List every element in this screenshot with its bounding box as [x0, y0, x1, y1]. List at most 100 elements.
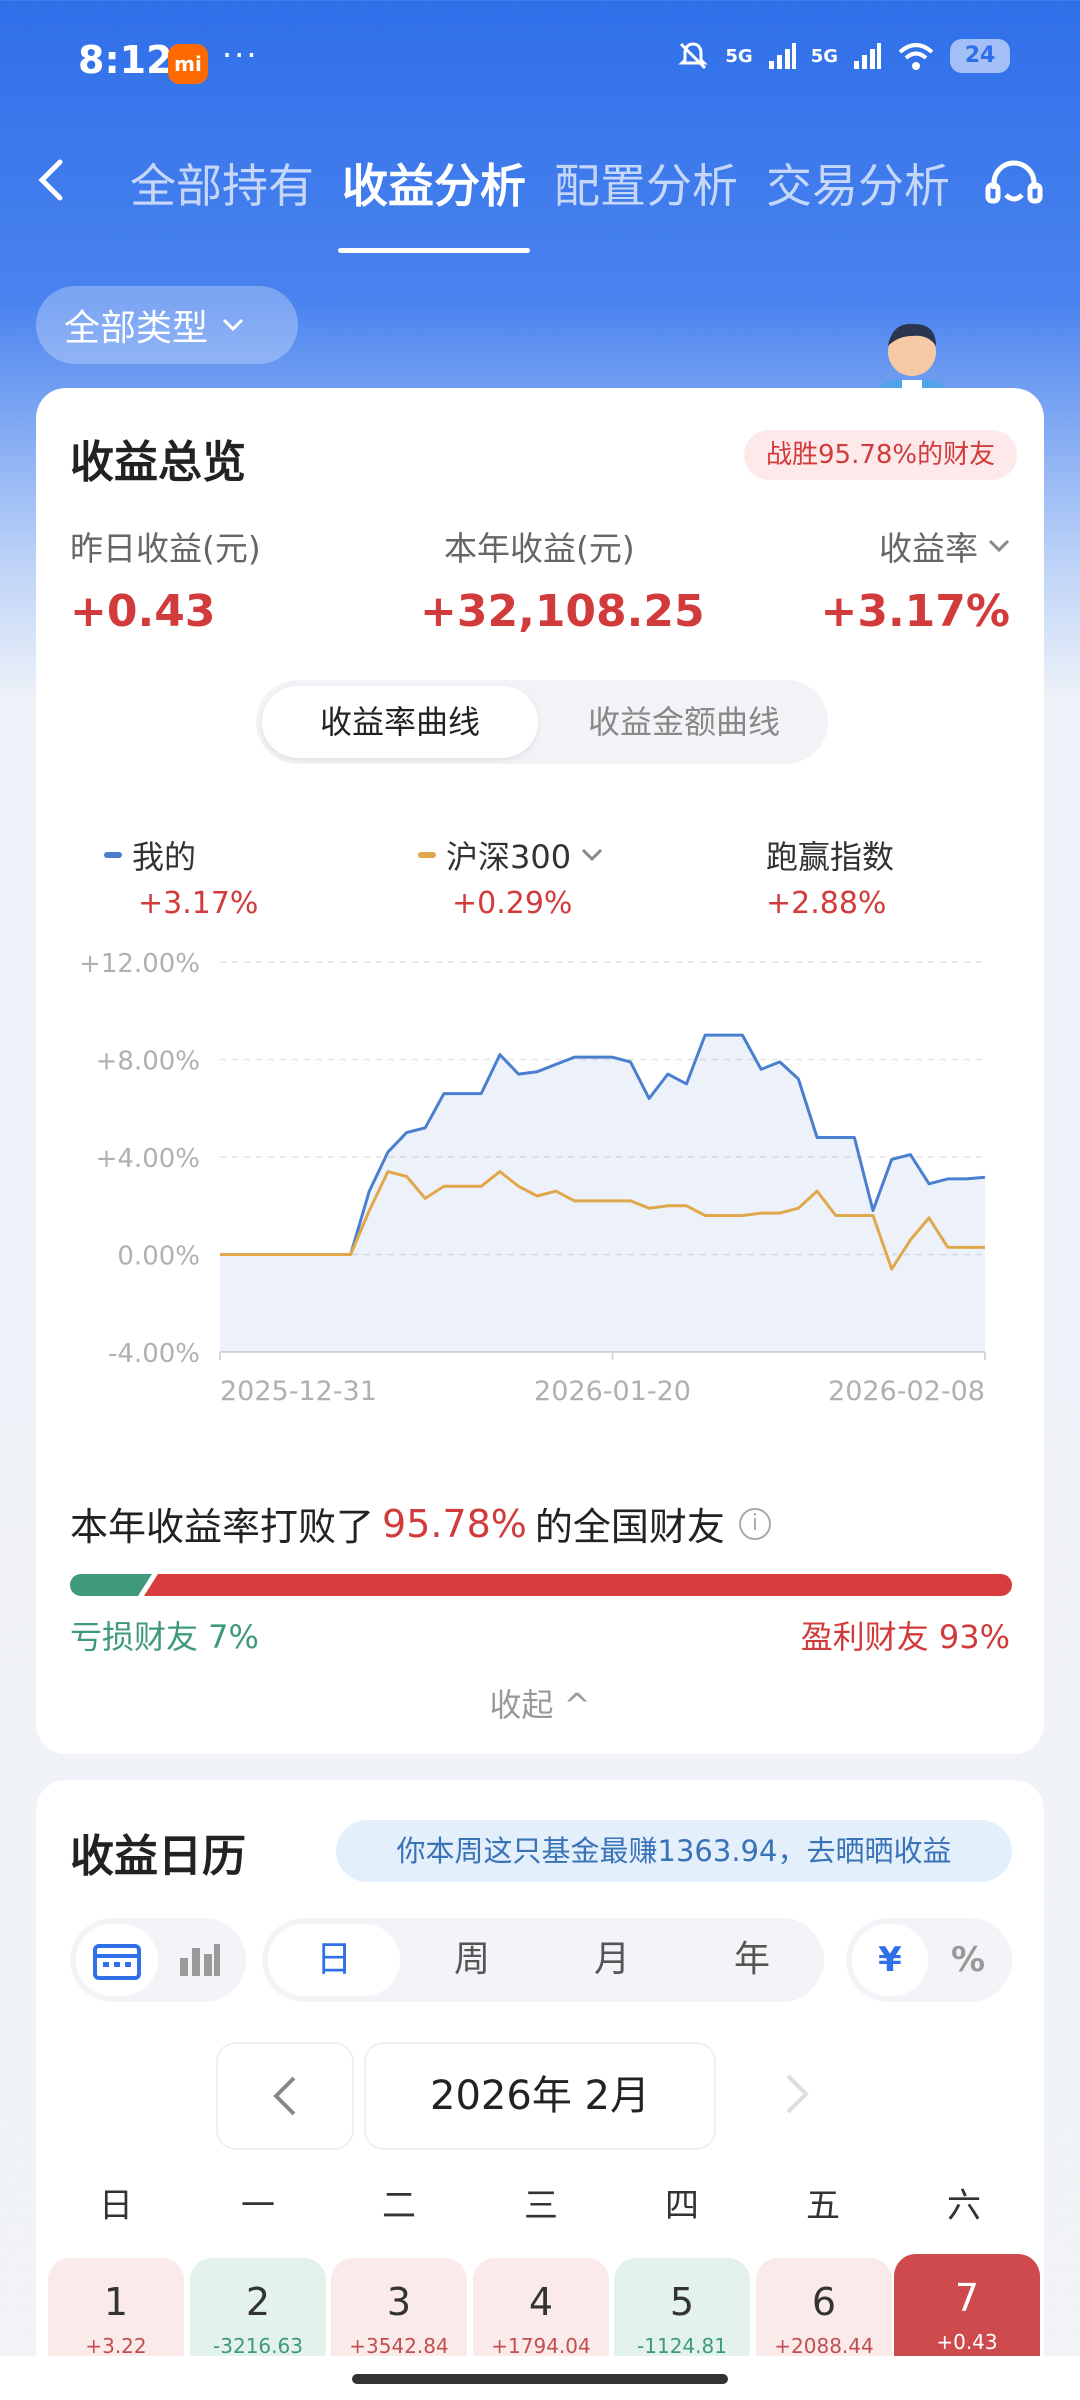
signal-2-icon	[854, 43, 881, 69]
type-filter-label: 全部类型	[64, 308, 209, 349]
battery-icon: 24	[950, 39, 1010, 73]
active-tab-indicator	[338, 248, 530, 253]
calendar-title: 收益日历	[70, 1831, 246, 1882]
period-month[interactable]: 月	[546, 1924, 678, 1996]
day-profit: +1794.04	[491, 2334, 591, 2358]
day-profit: +2088.44	[774, 2334, 874, 2358]
share-tip-banner[interactable]: 你本周这只基金最赚1363.94，去晒晒收益	[336, 1820, 1012, 1882]
period-year[interactable]: 年	[686, 1924, 818, 1996]
mute-icon	[678, 42, 708, 70]
day-number: 6	[811, 2280, 837, 2324]
y-tick-label: +8.00%	[96, 1047, 200, 1077]
view-toggle	[70, 1918, 246, 2002]
legend-outperform: 跑赢指数	[766, 832, 894, 878]
chevron-down-icon	[222, 318, 244, 332]
period-switch: 日 周 月 年	[262, 1918, 824, 2002]
legend-mine[interactable]: 我的	[104, 832, 196, 878]
profit-rate-value: +3.17%	[820, 586, 1010, 637]
collapse-button[interactable]: 收起 ^	[0, 1680, 1080, 1726]
series-area-mine	[220, 1035, 985, 1352]
tab-profit-analysis[interactable]: 收益分析	[342, 150, 526, 216]
info-icon[interactable]: i	[738, 1507, 771, 1540]
day-number: 4	[528, 2280, 554, 2324]
curve-type-switch: 收益率曲线 收益金额曲线	[256, 680, 828, 764]
day-profit: +3542.84	[349, 2334, 449, 2358]
legend-benchmark-label: 沪深300	[446, 838, 572, 876]
status-icons: 5G 5G 24	[675, 38, 1010, 74]
loss-segment	[70, 1574, 152, 1596]
year-profit-value: +32,108.25	[420, 586, 705, 637]
profit-rate-chart: +12.00% +8.00% +4.00% 0.00% -4.00% 2025-12-31…	[79, 949, 986, 1407]
legend-outperform-label: 跑赢指数	[766, 838, 895, 876]
unit-percent[interactable]: %	[930, 1924, 1006, 1996]
y-tick-label: -4.00%	[108, 1339, 200, 1369]
loss-friends-label: 亏损财友 7%	[70, 1618, 259, 1656]
day-profit: -1124.81	[637, 2334, 727, 2358]
day-profit: +0.43	[936, 2330, 998, 2354]
more-notifications-icon: ···	[222, 36, 259, 74]
unit-switch: ¥ %	[846, 1918, 1012, 2002]
chevron-left-icon	[273, 2076, 296, 2116]
unit-amount[interactable]: ¥	[852, 1924, 928, 1996]
type-filter-dropdown[interactable]: 全部类型	[36, 286, 298, 364]
signal-1-icon	[768, 43, 796, 69]
chevron-down-icon	[988, 539, 1010, 553]
legend-benchmark-value: +0.29%	[452, 886, 573, 921]
day-number: 2	[245, 2280, 271, 2324]
chevron-right-icon	[786, 2074, 809, 2114]
profit-rate-label: 收益率	[879, 529, 978, 568]
profit-rate-dropdown[interactable]: 收益率	[879, 522, 1010, 570]
win-friends-label: 盈利财友 93%	[800, 1618, 1010, 1656]
period-day[interactable]: 日	[268, 1924, 400, 1996]
tab-allocation-analysis[interactable]: 配置分析	[554, 150, 738, 216]
yesterday-profit-value: +0.43	[70, 586, 216, 637]
weekday-thu: 四	[665, 2186, 699, 2226]
legend-benchmark-swatch	[418, 852, 436, 858]
status-time: 8:12	[78, 38, 173, 82]
beat-percent: 95.78%	[382, 1501, 527, 1546]
calendar-view-button[interactable]	[76, 1924, 158, 1996]
x-tick-label: 2026-01-20	[534, 1376, 691, 1407]
y-tick-label: +4.00%	[96, 1144, 200, 1174]
tab-amount-curve[interactable]: 收益金额曲线	[546, 686, 822, 758]
legend-outperform-value: +2.88%	[766, 886, 887, 921]
period-week[interactable]: 周	[406, 1924, 538, 1996]
day-number: 5	[669, 2280, 695, 2324]
back-arrow-icon[interactable]	[30, 158, 74, 202]
year-profit-label: 本年收益(元)	[444, 529, 635, 568]
home-indicator[interactable]	[352, 2374, 728, 2384]
month-label[interactable]: 2026年 2月	[364, 2042, 716, 2150]
tab-trade-analysis[interactable]: 交易分析	[766, 150, 950, 216]
app-notification-icon: mi	[168, 44, 208, 84]
next-month-button[interactable]	[726, 2042, 864, 2150]
beat-prefix: 本年收益率打败了	[70, 1505, 375, 1549]
weekday-fri: 五	[806, 2186, 840, 2226]
y-tick-label: 0.00%	[117, 1242, 200, 1272]
weekday-tue: 二	[382, 2186, 416, 2226]
legend-mine-value: +3.17%	[138, 886, 259, 921]
day-number: 3	[386, 2280, 412, 2324]
prev-month-button[interactable]	[216, 2042, 354, 2150]
day-profit: -3216.63	[213, 2334, 303, 2358]
x-tick-label: 2026-02-08	[828, 1376, 985, 1407]
beat-suffix: 的全国财友	[534, 1505, 725, 1549]
profit-loss-ratio-bar	[70, 1574, 1012, 1596]
customer-service-icon[interactable]	[982, 155, 1046, 219]
signal-1-label: 5G	[725, 45, 753, 67]
beat-percent-badge: 战胜95.78%的财友	[744, 430, 1018, 480]
weekday-wed: 三	[524, 2186, 558, 2226]
chevron-down-icon	[582, 848, 603, 862]
legend-benchmark[interactable]: 沪深300	[418, 832, 603, 878]
day-number: 7	[954, 2276, 980, 2320]
bar-chart-icon[interactable]	[178, 1942, 222, 1978]
tab-rate-curve[interactable]: 收益率曲线	[262, 686, 538, 758]
weekday-mon: 一	[241, 2186, 275, 2226]
overview-title: 收益总览	[70, 437, 246, 488]
beat-summary: 本年收益率打败了 95.78% 的全国财友 i	[70, 1496, 771, 1551]
day-number: 1	[103, 2280, 129, 2324]
day-profit: +3.22	[85, 2334, 147, 2358]
calendar-icon	[93, 1944, 141, 1980]
tab-holdings[interactable]: 全部持有	[130, 150, 314, 216]
win-segment	[143, 1574, 1012, 1596]
weekday-sun: 日	[99, 2186, 133, 2226]
